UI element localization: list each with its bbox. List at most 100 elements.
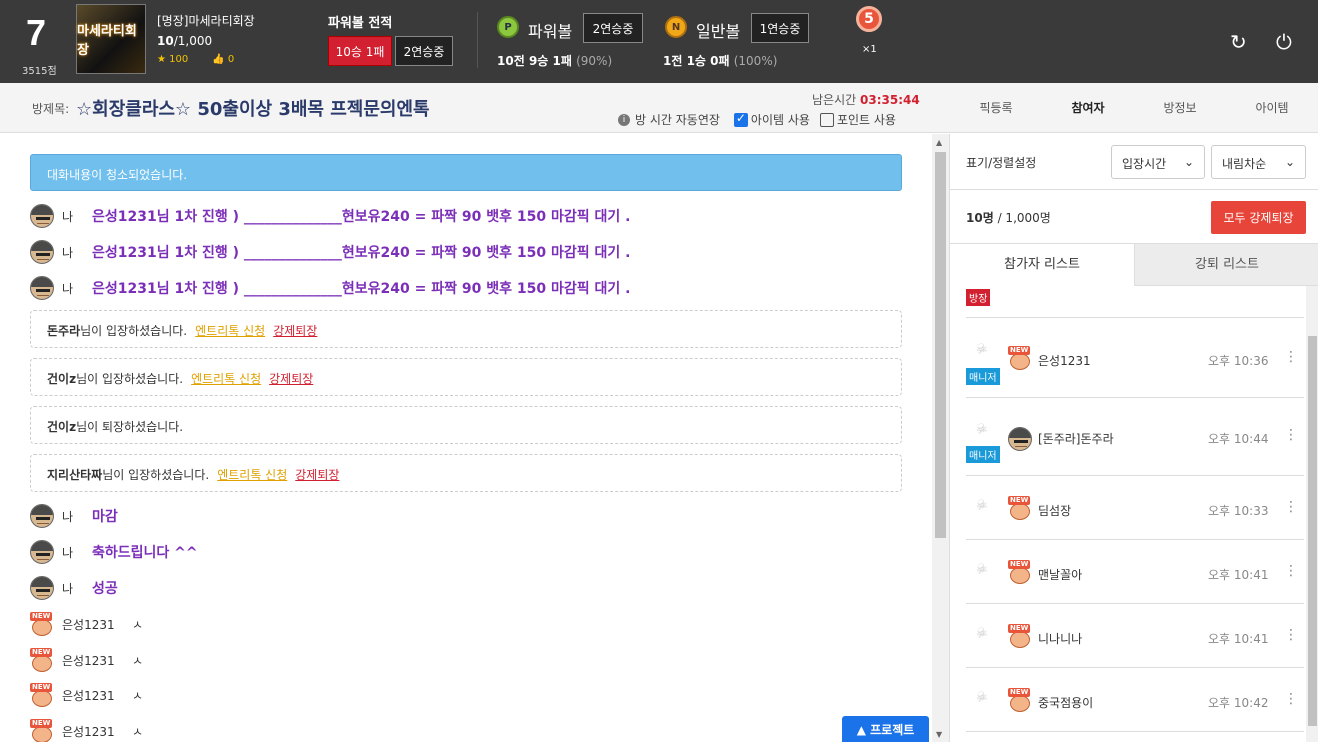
- tab-pick-register[interactable]: 픽등록: [950, 83, 1042, 133]
- project-button[interactable]: ▲ 프로젝트: [842, 716, 929, 742]
- record-badge: 10승 1패: [328, 36, 392, 66]
- avatar: [1008, 427, 1032, 451]
- manager-badge: 매니저: [966, 368, 1000, 385]
- system-message: 건이z님이 퇴장하셨습니다.: [30, 406, 902, 444]
- powerball-icon: P: [497, 16, 519, 38]
- avatar: [30, 504, 54, 528]
- join-time: 오후 10:41: [1208, 568, 1269, 582]
- participant-name: [돈주라]돈주라: [1038, 432, 1114, 446]
- chat-message: NEW 은성1231 ㅅ: [30, 716, 143, 742]
- room-options: i 방 시간 자동연장 아이템 사용 포인트 사용: [618, 111, 896, 128]
- list-item: ☠ NEW 딤섬장 오후 10:33 ⋮: [966, 476, 1304, 540]
- chat-message: 나 은성1231님 1차 진행 ) ______________현보유240 = …: [30, 237, 630, 267]
- new-user-avatar: NEW: [30, 612, 54, 636]
- host-badge: 방장: [966, 289, 991, 306]
- powerball-streak: 2연승중: [583, 13, 643, 43]
- sort-field-select[interactable]: 입장시간 ⌄: [1111, 145, 1205, 179]
- kick-link[interactable]: 강제퇴장: [269, 372, 313, 386]
- entry-request-link[interactable]: 엔트리톡 신청: [191, 372, 261, 386]
- points: 3515점: [22, 66, 57, 77]
- tab-items[interactable]: 아이템: [1226, 83, 1318, 133]
- join-time: 오후 10:33: [1208, 504, 1269, 518]
- participant-name: 딤섬장: [1038, 504, 1072, 518]
- skull-icon: ☠: [973, 688, 990, 707]
- point-use-checkbox[interactable]: [819, 112, 834, 127]
- entry-request-link[interactable]: 엔트리톡 신청: [195, 324, 265, 338]
- power-icon[interactable]: ⏻: [1276, 30, 1292, 54]
- kick-link[interactable]: 강제퇴장: [295, 468, 339, 482]
- more-icon[interactable]: ⋮: [1284, 499, 1298, 515]
- entry-request-link[interactable]: 엔트리톡 신청: [217, 468, 287, 482]
- normalball-label: 일반볼: [696, 22, 741, 41]
- room-title: ☆회장클라스☆ 50출이상 3배목 프젝문의엔톡: [76, 99, 430, 120]
- normalball-summary: 1전 1승 0패 (100%): [663, 54, 778, 68]
- chat-message: NEW 은성1231 ㅅ: [30, 645, 143, 675]
- tab-participants[interactable]: 참여자: [1042, 83, 1134, 133]
- participant-count: 10명 / 1,000명: [966, 211, 1051, 225]
- skull-icon: ☠: [973, 496, 990, 515]
- participant-name: 니나니나: [1038, 632, 1083, 646]
- chevron-down-icon: ⌄: [1183, 155, 1194, 169]
- participant-name: 맨날꼴아: [1038, 568, 1083, 582]
- join-time: 오후 10:41: [1208, 632, 1269, 646]
- chat-scrollbar[interactable]: ▲ ▼: [932, 134, 949, 742]
- medal-icon[interactable]: 5: [856, 6, 882, 32]
- more-icon[interactable]: ⋮: [1284, 691, 1298, 707]
- avatar: [30, 240, 54, 264]
- new-user-avatar: NEW: [1008, 496, 1032, 520]
- star-icon: ★ 100: [157, 54, 189, 65]
- join-time: 오후 10:42: [1208, 696, 1269, 710]
- chat-cleared-notice: 대화내용이 청소되었습니다.: [30, 154, 902, 191]
- auto-extend-label[interactable]: 방 시간 자동연장: [635, 111, 720, 128]
- kick-all-button[interactable]: 모두 강제퇴장: [1211, 201, 1306, 234]
- system-message: 지리산타짜님이 입장하셨습니다. 엔트리톡 신청 강제퇴장: [30, 454, 902, 492]
- kick-link[interactable]: 강제퇴장: [273, 324, 317, 338]
- tab-kicked-list[interactable]: 강퇴 리스트: [1135, 244, 1318, 286]
- medal-multiplier: ×1: [862, 44, 877, 55]
- chat-message: 나 성공: [30, 573, 118, 603]
- manager-badge: 매니저: [966, 446, 1000, 463]
- tab-room-info[interactable]: 방정보: [1134, 83, 1226, 133]
- top-header: 7 3515점 마세라티회장 [명장]마세라티회장 10/1,000 ★ 100…: [0, 0, 1318, 83]
- new-user-avatar: NEW: [30, 648, 54, 672]
- powerball-label: 파워볼: [528, 22, 573, 41]
- more-icon[interactable]: ⋮: [1284, 563, 1298, 579]
- chat-message: 나 마감: [30, 501, 118, 531]
- list-item: ☠ NEW 맨날꼴아 오후 10:41 ⋮: [966, 540, 1304, 604]
- chat-message: NEW 은성1231 ㅅ: [30, 680, 143, 710]
- new-user-avatar: NEW: [1008, 346, 1032, 370]
- new-user-avatar: NEW: [30, 683, 54, 707]
- list-item: 방장: [966, 286, 1304, 318]
- streak-badge: 2연승중: [395, 36, 453, 66]
- list-tabs: 참가자 리스트 강퇴 리스트: [950, 244, 1318, 286]
- join-time: 오후 10:36: [1208, 354, 1269, 368]
- new-user-avatar: NEW: [1008, 560, 1032, 584]
- more-icon[interactable]: ⋮: [1284, 427, 1298, 443]
- list-item: ☠ NEW 중국점용이 오후 10:42 ⋮: [966, 668, 1304, 732]
- skull-icon: ☠: [973, 420, 990, 439]
- user-stats: ★ 100 👍 0: [157, 54, 258, 65]
- item-use-checkbox[interactable]: [733, 111, 748, 127]
- info-icon: i: [618, 113, 630, 126]
- chevron-down-icon: ⌄: [1284, 155, 1295, 169]
- system-message: 돈주라님이 입장하셨습니다. 엔트리톡 신청 강제퇴장: [30, 310, 902, 348]
- remaining-time: 남은시간 03:35:44: [812, 93, 920, 107]
- chat-area: 대화내용이 청소되었습니다. 나 은성1231님 1차 진행 ) ________…: [0, 134, 932, 742]
- normalball-icon: N: [665, 16, 687, 38]
- room-tabs: 픽등록 참여자 방정보 아이템: [950, 83, 1318, 133]
- chat-message: NEW 은성1231 ㅅ: [30, 609, 143, 639]
- avatar: [30, 540, 54, 564]
- list-item: ☠ 매니저 [돈주라]돈주라 오후 10:44 ⋮: [966, 398, 1304, 476]
- more-icon[interactable]: ⋮: [1284, 349, 1298, 365]
- profile-avatar[interactable]: 마세라티회장: [76, 4, 146, 74]
- more-icon[interactable]: ⋮: [1284, 627, 1298, 643]
- refresh-icon[interactable]: ↻: [1230, 30, 1247, 54]
- normalball-streak: 1연승중: [751, 13, 809, 43]
- divider: [477, 12, 478, 68]
- tab-participant-list[interactable]: 참가자 리스트: [950, 244, 1135, 286]
- new-user-avatar: NEW: [30, 719, 54, 742]
- participant-scrollbar[interactable]: [1306, 286, 1318, 742]
- new-user-avatar: NEW: [1008, 624, 1032, 648]
- sort-label: 표기/정렬설정: [966, 156, 1037, 170]
- sort-order-select[interactable]: 내림차순 ⌄: [1211, 145, 1306, 179]
